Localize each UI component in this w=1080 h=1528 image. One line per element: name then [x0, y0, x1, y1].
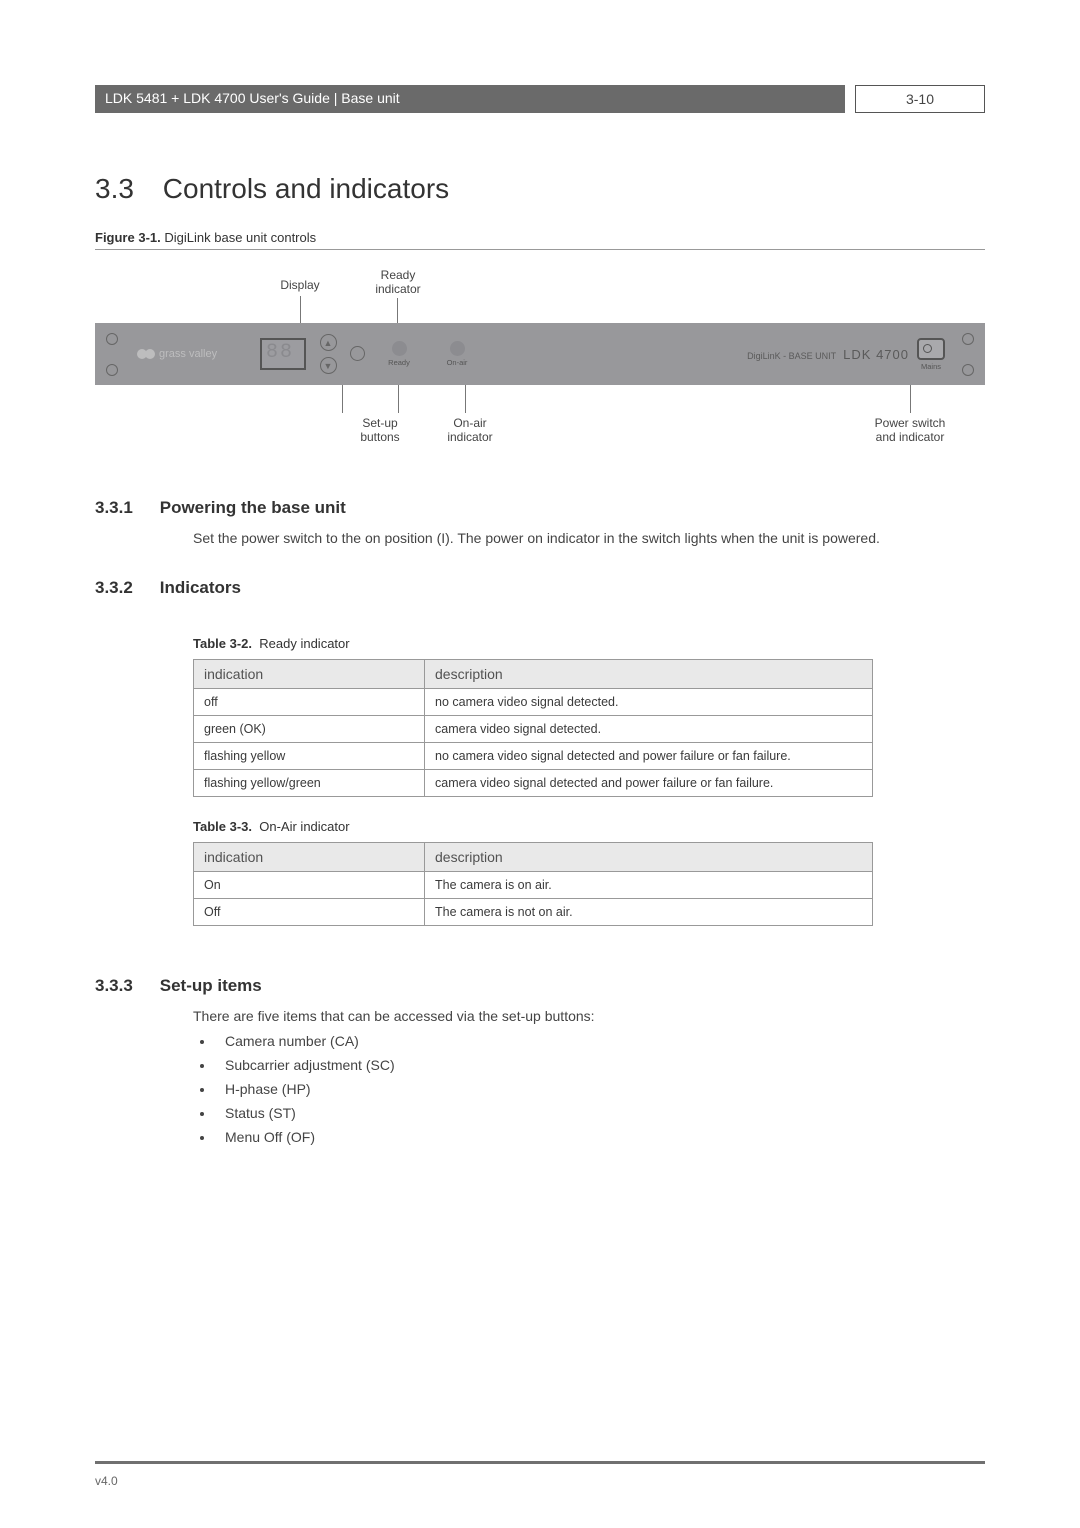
table-row: flashing yellow/green camera video signa… — [194, 770, 873, 797]
figure-title-text: DigiLink base unit controls — [164, 230, 316, 245]
subsection-intro: There are five items that can be accesse… — [193, 1006, 985, 1026]
table-header: indication — [194, 843, 425, 872]
section-heading: 3.3 Controls and indicators — [95, 173, 985, 205]
ready-indicator-table: indication description off no camera vid… — [193, 659, 873, 797]
model-small: DigiLinK - BASE UNIT — [747, 351, 836, 361]
callout-power: Power switch and indicator — [855, 416, 965, 444]
brand-text: grass valley — [159, 348, 217, 360]
subsection-body: Set the power switch to the on position … — [193, 528, 985, 548]
mounting-holes-left — [95, 323, 129, 385]
page-header: LDK 5481 + LDK 4700 User's Guide | Base … — [95, 85, 985, 113]
ready-indicator-led: Ready — [370, 341, 428, 367]
onair-indicator-led: On-air — [428, 341, 486, 367]
figure-diagram: Display Ready indicator grass valley ▲ ▼… — [95, 268, 985, 458]
list-item: H-phase (HP) — [215, 1081, 985, 1097]
side-led-icon — [350, 346, 365, 361]
subsection-title: Indicators — [160, 578, 241, 597]
list-item: Subcarrier adjustment (SC) — [215, 1057, 985, 1073]
figure-caption: Figure 3-1. DigiLink base unit controls — [95, 230, 985, 245]
brand-logo: grass valley — [129, 345, 252, 363]
table-title: On-Air indicator — [259, 819, 349, 834]
table-row: Off The camera is not on air. — [194, 899, 873, 926]
table-caption: Table 3-2. Ready indicator — [193, 636, 985, 651]
table-label: Table 3-2. — [193, 636, 252, 651]
power-switch[interactable] — [917, 338, 945, 360]
list-item: Status (ST) — [215, 1105, 985, 1121]
subsection-number: 3.3.3 — [95, 976, 155, 996]
device-front-panel: grass valley ▲ ▼ Ready On-air DigiLinK -… — [95, 323, 985, 385]
ready-led-side — [344, 346, 370, 363]
callout-setup-buttons: Set-up buttons — [345, 416, 415, 444]
subsection-title: Set-up items — [160, 976, 262, 995]
mains-label: Mains — [921, 362, 941, 371]
leader-line — [300, 296, 301, 326]
setup-button-stack: ▲ ▼ — [314, 334, 342, 374]
table-row: off no camera video signal detected. — [194, 689, 873, 716]
callout-onair-indicator: On-air indicator — [435, 416, 505, 444]
down-arrow-icon[interactable]: ▼ — [320, 357, 337, 374]
list-item: Camera number (CA) — [215, 1033, 985, 1049]
callout-display: Display — [270, 278, 330, 292]
table-header: indication — [194, 660, 425, 689]
table-cell: no camera video signal detected and powe… — [425, 743, 873, 770]
leader-line — [397, 298, 398, 326]
model-text: DigiLinK - BASE UNIT LDK 4700 — [747, 347, 909, 362]
table-header: description — [425, 843, 873, 872]
table-header: description — [425, 660, 873, 689]
logo-icon — [137, 345, 155, 363]
subsection-number: 3.3.2 — [95, 578, 155, 598]
table-cell: camera video signal detected and power f… — [425, 770, 873, 797]
model-number-text: LDK 4700 — [843, 347, 909, 362]
subsection-heading: 3.3.1 Powering the base unit — [95, 498, 985, 518]
header-breadcrumb: LDK 5481 + LDK 4700 User's Guide | Base … — [95, 85, 845, 113]
table-cell: The camera is not on air. — [425, 899, 873, 926]
onair-led-icon — [450, 341, 465, 356]
table-row: flashing yellow no camera video signal d… — [194, 743, 873, 770]
subsection-title: Powering the base unit — [160, 498, 346, 517]
table-cell: no camera video signal detected. — [425, 689, 873, 716]
ready-label: Ready — [388, 358, 410, 367]
table-cell: On — [194, 872, 425, 899]
leader-line — [465, 385, 466, 413]
subsection-heading: 3.3.2 Indicators — [95, 578, 985, 598]
footer-version: v4.0 — [95, 1474, 118, 1488]
table-cell: green (OK) — [194, 716, 425, 743]
table-row: On The camera is on air. — [194, 872, 873, 899]
leader-line — [910, 385, 911, 413]
onair-label: On-air — [447, 358, 468, 367]
table-caption: Table 3-3. On-Air indicator — [193, 819, 985, 834]
table-row: green (OK) camera video signal detected. — [194, 716, 873, 743]
onair-indicator-table: indication description On The camera is … — [193, 842, 873, 926]
table-cell: camera video signal detected. — [425, 716, 873, 743]
table-title: Ready indicator — [259, 636, 349, 651]
power-switch-block: Mains — [917, 338, 945, 371]
ready-led-icon — [392, 341, 407, 356]
table-cell: Off — [194, 899, 425, 926]
figure-label: Figure 3-1. — [95, 230, 161, 245]
seven-seg-display — [260, 338, 306, 370]
up-arrow-icon[interactable]: ▲ — [320, 334, 337, 351]
figure-rule — [95, 249, 985, 250]
table-cell: off — [194, 689, 425, 716]
subsection-number: 3.3.1 — [95, 498, 155, 518]
section-number: 3.3 — [95, 173, 155, 205]
mounting-holes-right — [951, 323, 985, 385]
setup-items-list: Camera number (CA) Subcarrier adjustment… — [193, 1033, 985, 1145]
footer-rule — [95, 1461, 985, 1464]
table-cell: flashing yellow/green — [194, 770, 425, 797]
table-cell: flashing yellow — [194, 743, 425, 770]
subsection-heading: 3.3.3 Set-up items — [95, 976, 985, 996]
page-number: 3-10 — [855, 85, 985, 113]
table-label: Table 3-3. — [193, 819, 252, 834]
callout-ready-indicator: Ready indicator — [363, 268, 433, 296]
list-item: Menu Off (OF) — [215, 1129, 985, 1145]
leader-line — [342, 385, 343, 413]
section-title: Controls and indicators — [163, 173, 449, 204]
table-cell: The camera is on air. — [425, 872, 873, 899]
leader-line — [398, 385, 399, 413]
